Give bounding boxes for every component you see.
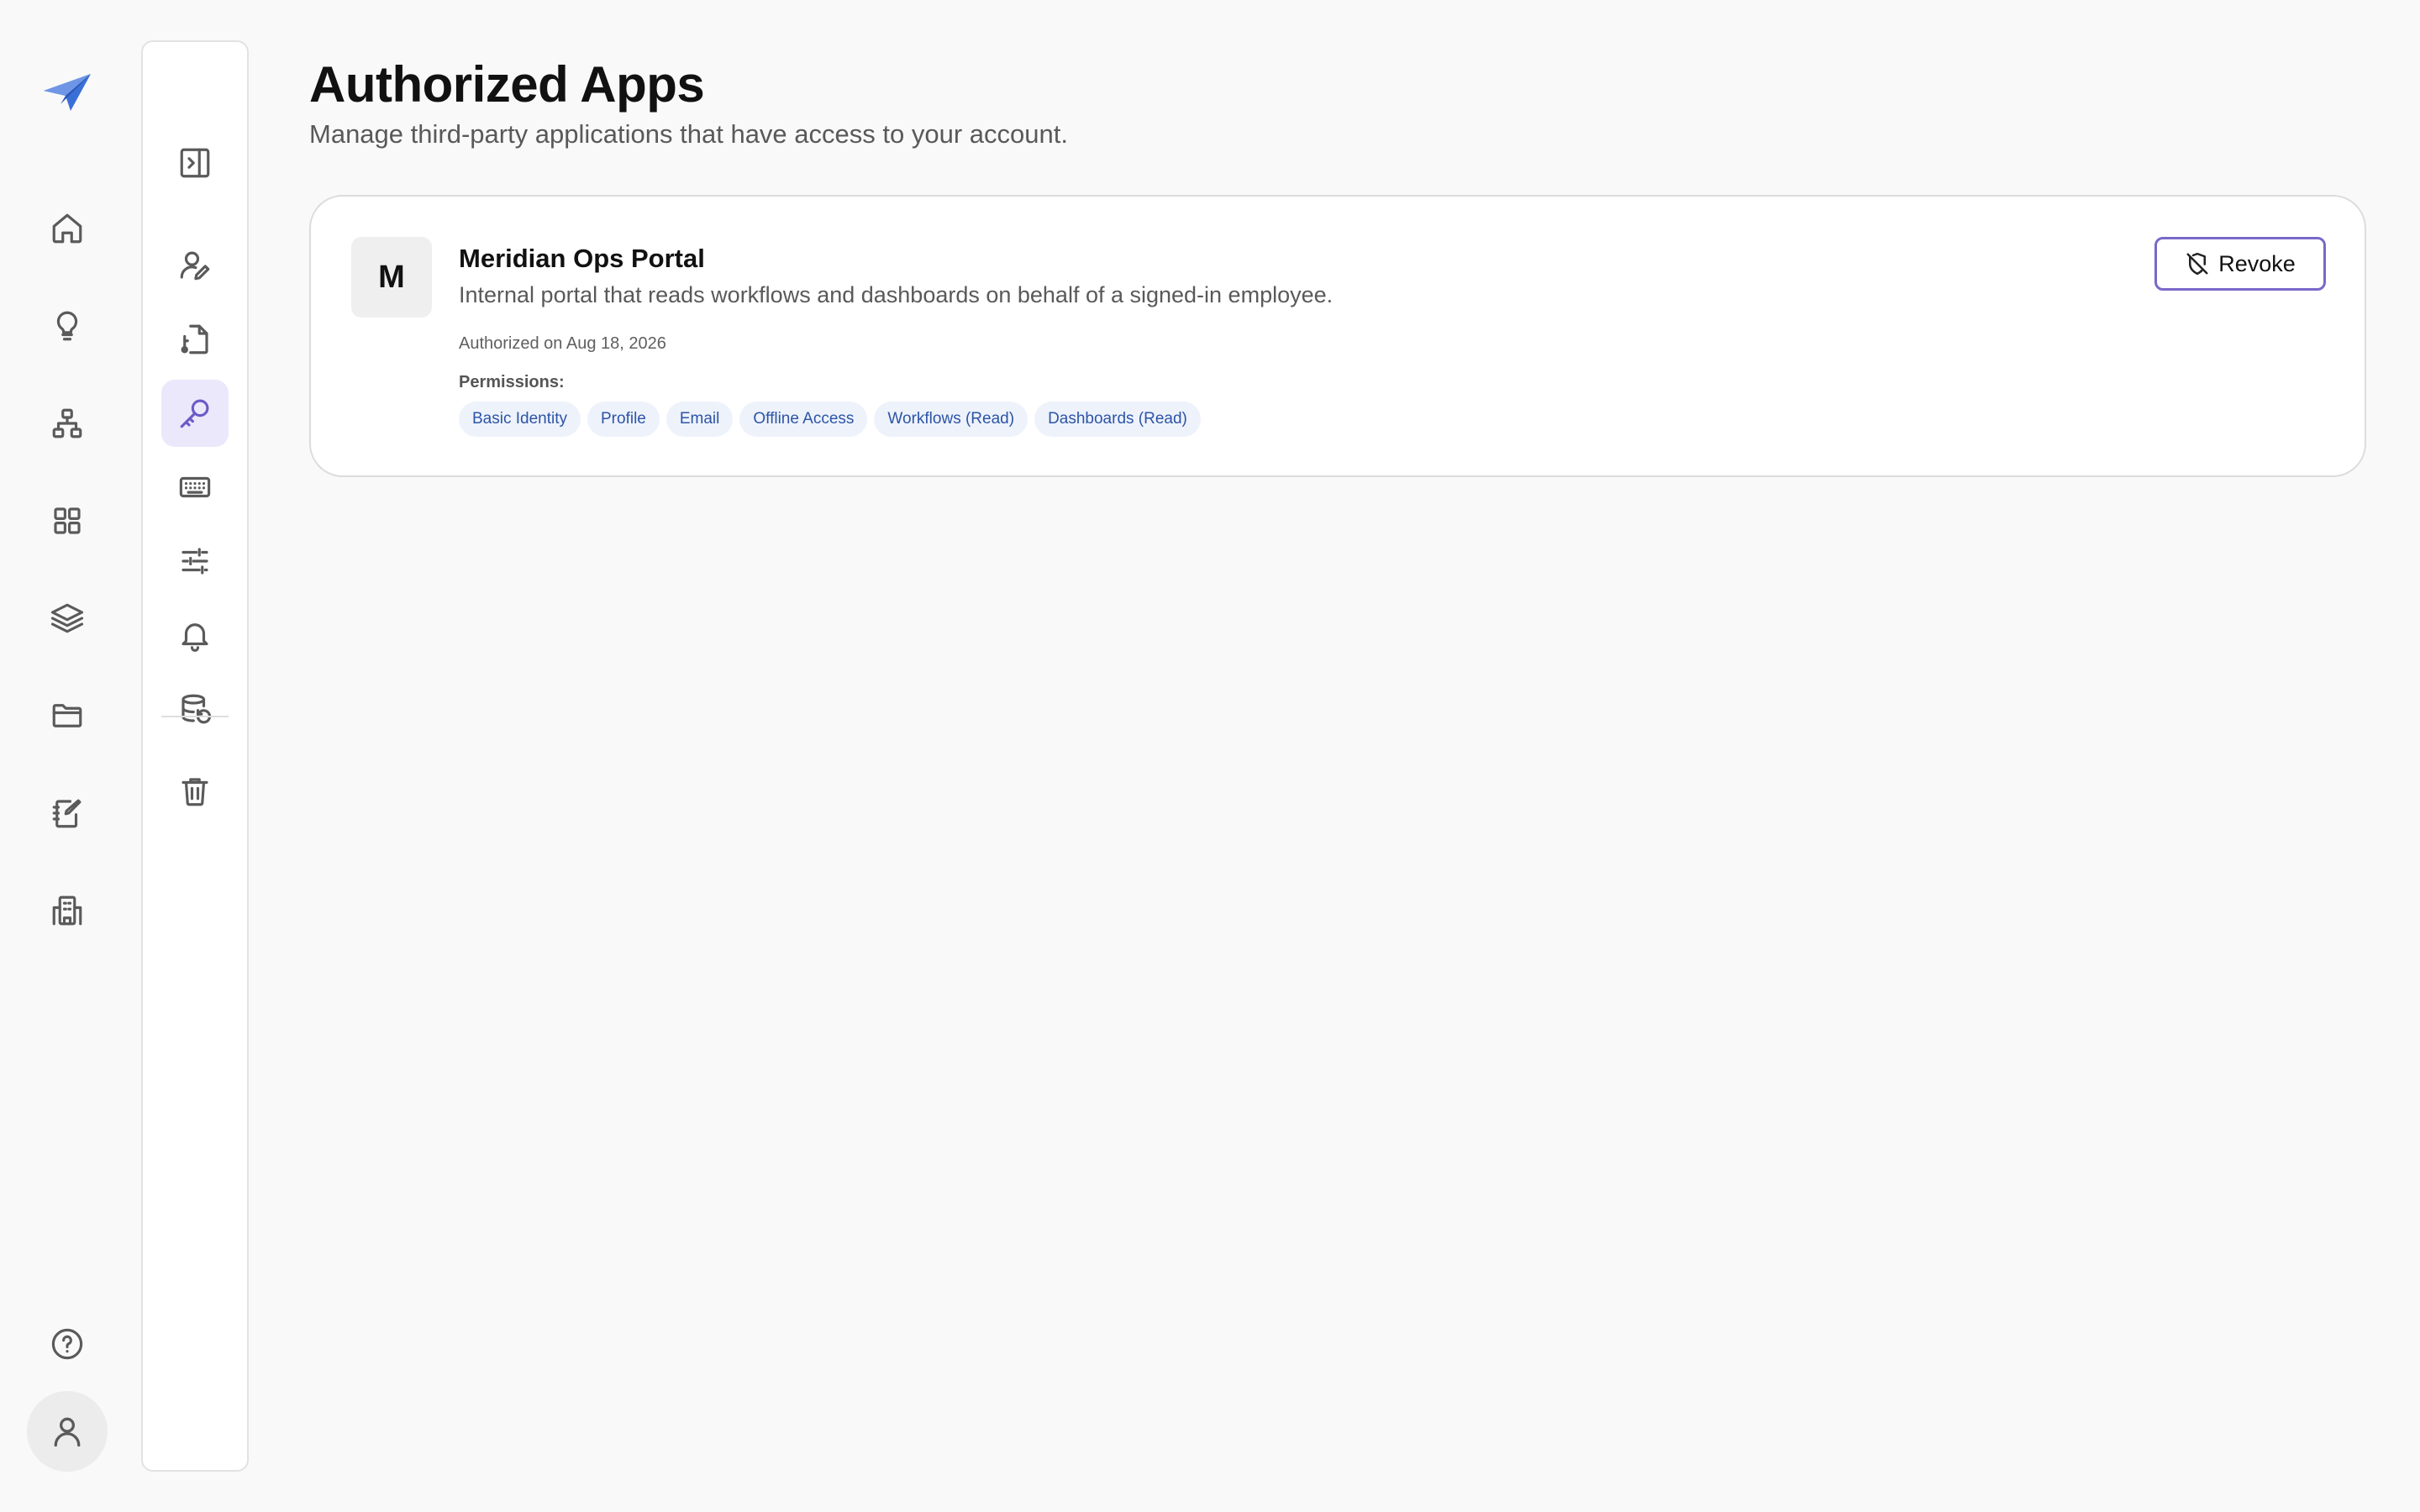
app-avatar: M bbox=[351, 237, 432, 318]
authorized-app-card: M Meridian Ops Portal Internal portal th… bbox=[309, 195, 2366, 477]
building-icon bbox=[52, 895, 82, 926]
nav-layers-button[interactable] bbox=[34, 585, 101, 652]
help-circle-icon bbox=[51, 1328, 83, 1360]
brand-logo-icon[interactable] bbox=[42, 72, 92, 114]
user-edit-icon bbox=[180, 251, 210, 281]
permission-chip: Profile bbox=[587, 402, 660, 437]
account-avatar-button[interactable] bbox=[27, 1391, 108, 1472]
file-key-icon bbox=[181, 324, 208, 354]
key-icon bbox=[180, 399, 209, 428]
permission-chip: Dashboards (Read) bbox=[1034, 402, 1201, 437]
nav-home-button[interactable] bbox=[34, 195, 101, 262]
sliders-icon bbox=[182, 548, 208, 575]
user-icon bbox=[54, 1417, 81, 1447]
settings-delete-button[interactable] bbox=[161, 758, 229, 825]
revoke-label: Revoke bbox=[2218, 250, 2296, 276]
layers-icon bbox=[50, 603, 84, 633]
org-chart-icon bbox=[52, 408, 82, 438]
settings-preferences-button[interactable] bbox=[161, 528, 229, 595]
page-subtitle: Manage third-party applications that hav… bbox=[309, 119, 1068, 149]
lightbulb-icon bbox=[56, 311, 78, 341]
permission-chip: Basic Identity bbox=[459, 402, 581, 437]
nav-notes-button[interactable] bbox=[34, 780, 101, 847]
authorized-date: Authorized on Aug 18, 2026 bbox=[459, 334, 666, 353]
shield-off-icon bbox=[2186, 252, 2208, 276]
permission-chip: Workflows (Read) bbox=[874, 402, 1028, 437]
nav-organization-button[interactable] bbox=[34, 877, 101, 944]
collapse-panel-button[interactable] bbox=[161, 129, 229, 197]
home-icon bbox=[52, 213, 82, 244]
nav-files-button[interactable] bbox=[34, 682, 101, 749]
help-button[interactable] bbox=[34, 1310, 101, 1378]
panel-divider bbox=[161, 716, 229, 717]
database-restore-icon bbox=[182, 694, 212, 724]
permissions-list: Basic Identity Profile Email Offline Acc… bbox=[459, 402, 1201, 437]
settings-data-button[interactable] bbox=[161, 675, 229, 743]
settings-authorized-apps-button[interactable] bbox=[161, 380, 229, 447]
settings-shortcuts-button[interactable] bbox=[161, 454, 229, 521]
revoke-button[interactable]: Revoke bbox=[2154, 237, 2326, 291]
keyboard-icon bbox=[179, 476, 211, 498]
app-name: Meridian Ops Portal bbox=[459, 244, 705, 273]
nav-org-button[interactable] bbox=[34, 390, 101, 457]
nav-apps-button[interactable] bbox=[34, 487, 101, 554]
nav-insights-button[interactable] bbox=[34, 292, 101, 360]
primary-nav-rail bbox=[0, 0, 134, 1512]
page-title: Authorized Apps bbox=[309, 56, 705, 113]
folder-icon bbox=[52, 704, 82, 727]
app-description: Internal portal that reads workflows and… bbox=[459, 282, 1334, 307]
notebook-edit-icon bbox=[52, 799, 82, 828]
grid-icon bbox=[54, 507, 81, 534]
trash-icon bbox=[182, 778, 208, 806]
settings-documents-button[interactable] bbox=[161, 306, 229, 373]
settings-panel bbox=[141, 40, 249, 1472]
bell-icon bbox=[182, 623, 208, 652]
permissions-label: Permissions: bbox=[459, 373, 565, 391]
settings-profile-button[interactable] bbox=[161, 232, 229, 299]
settings-notifications-button[interactable] bbox=[161, 601, 229, 669]
permission-chip: Offline Access bbox=[739, 402, 868, 437]
permission-chip: Email bbox=[666, 402, 734, 437]
collapse-panel-icon bbox=[180, 148, 210, 178]
